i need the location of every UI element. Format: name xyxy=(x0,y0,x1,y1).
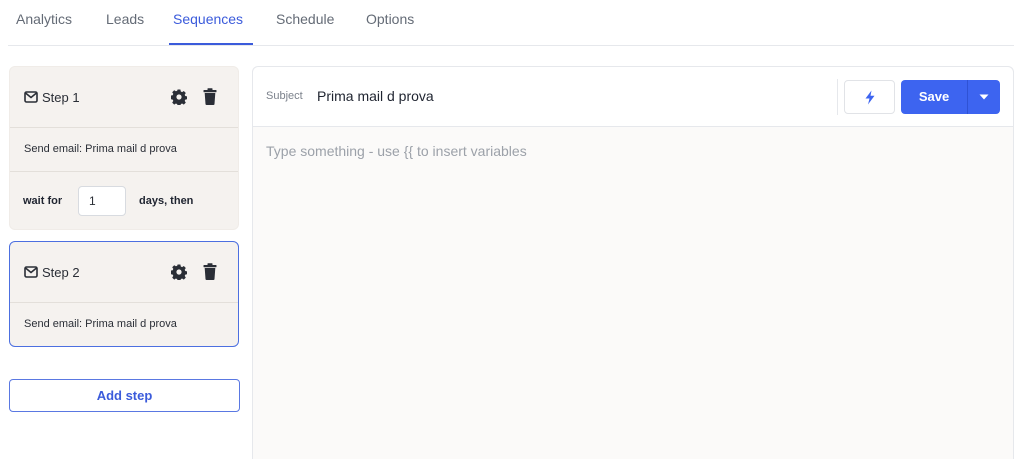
trash-icon[interactable] xyxy=(203,263,217,280)
save-button[interactable]: Save xyxy=(901,80,967,114)
save-button-group: Save xyxy=(901,80,1000,114)
tab-schedule[interactable]: Schedule xyxy=(276,11,334,27)
email-editor: Subject Prima mail d prova Save Type som… xyxy=(252,66,1014,459)
editor-header: Subject Prima mail d prova Save xyxy=(253,67,1013,127)
step-description: Send email: Prima mail d prova xyxy=(24,143,177,155)
step-header: Step 1 xyxy=(10,67,238,128)
step-card-1[interactable]: Step 1 Send email: Prima mail d prova wa… xyxy=(9,66,239,230)
wait-days-input[interactable] xyxy=(78,186,126,216)
header-divider xyxy=(837,79,838,115)
trash-icon[interactable] xyxy=(203,88,217,105)
wait-row: wait for days, then xyxy=(10,171,238,229)
tab-options[interactable]: Options xyxy=(366,11,414,27)
save-options-toggle[interactable] xyxy=(968,80,1000,114)
tab-sequences[interactable]: Sequences xyxy=(173,11,243,27)
step-title: Step 2 xyxy=(42,265,80,280)
lightning-bolt-icon xyxy=(865,90,875,105)
wait-for-label: wait for xyxy=(23,195,63,207)
subject-input[interactable]: Prima mail d prova xyxy=(317,88,434,104)
tab-analytics[interactable]: Analytics xyxy=(16,11,72,27)
tab-bar: Analytics Leads Sequences Schedule Optio… xyxy=(8,0,1014,46)
add-step-button[interactable]: Add step xyxy=(9,379,240,412)
step-title: Step 1 xyxy=(42,90,80,105)
insert-variable-button[interactable] xyxy=(844,80,895,114)
mail-icon xyxy=(24,266,38,278)
tab-leads[interactable]: Leads xyxy=(106,11,144,27)
gear-icon[interactable] xyxy=(171,264,187,280)
caret-down-icon xyxy=(979,94,989,100)
email-body-input[interactable]: Type something - use {{ to insert variab… xyxy=(266,143,527,159)
step-description: Send email: Prima mail d prova xyxy=(24,318,177,330)
step-header: Step 2 xyxy=(10,242,238,303)
mail-icon xyxy=(24,91,38,103)
gear-icon[interactable] xyxy=(171,89,187,105)
subject-label: Subject xyxy=(266,90,303,102)
wait-days-suffix: days, then xyxy=(139,195,194,207)
step-card-2[interactable]: Step 2 Send email: Prima mail d prova xyxy=(9,241,239,347)
active-tab-indicator xyxy=(169,43,253,45)
